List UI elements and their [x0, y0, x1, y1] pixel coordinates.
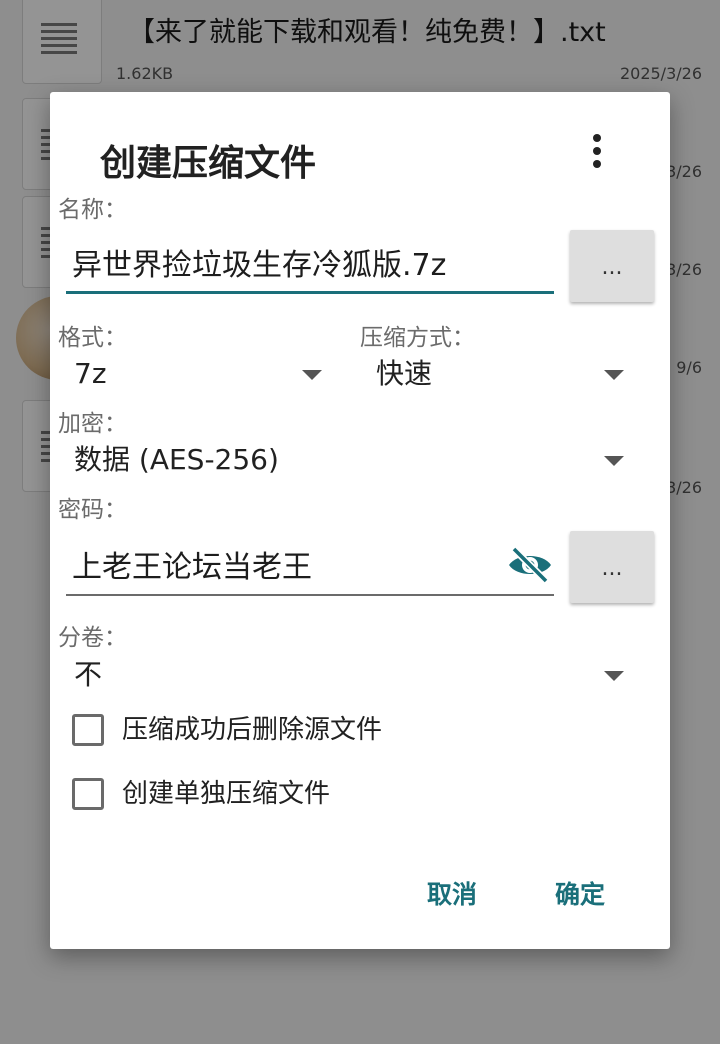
password-input[interactable]: 上老王论坛当老王 — [66, 544, 554, 596]
name-label: 名称： — [58, 197, 127, 223]
encryption-label: 加密： — [58, 411, 127, 437]
format-select[interactable]: 7z — [74, 354, 324, 394]
chevron-down-icon — [604, 456, 624, 466]
name-browse-button[interactable]: ... — [570, 230, 654, 302]
password-browse-button[interactable]: ... — [570, 531, 654, 603]
split-label: 分卷： — [58, 625, 127, 651]
password-label: 密码： — [58, 497, 127, 523]
format-value: 7z — [74, 357, 107, 390]
more-vert-icon[interactable] — [582, 130, 612, 174]
encryption-value: 数据 (AES-256) — [74, 443, 279, 476]
chevron-down-icon — [604, 370, 624, 380]
separate-archives-checkbox[interactable] — [72, 778, 104, 810]
encryption-select[interactable]: 数据 (AES-256) — [74, 440, 626, 480]
separate-archives-label: 创建单独压缩文件 — [122, 779, 331, 809]
cancel-button[interactable]: 取消 — [427, 875, 477, 911]
delete-source-checkbox[interactable] — [72, 714, 104, 746]
chevron-down-icon — [604, 671, 624, 681]
chevron-down-icon — [302, 370, 322, 380]
split-volume-value: 不 — [74, 658, 103, 691]
dialog-title: 创建压缩文件 — [100, 143, 317, 184]
compression-method-label: 压缩方式： — [360, 325, 475, 351]
archive-name-input[interactable]: 异世界捡垃圾生存冷狐版.7z — [66, 242, 554, 294]
visibility-off-icon[interactable] — [505, 544, 555, 586]
compression-method-select[interactable]: 快速 — [376, 354, 626, 394]
compression-method-value: 快速 — [376, 357, 433, 390]
split-volume-select[interactable]: 不 — [74, 655, 626, 695]
format-label: 格式： — [58, 325, 127, 351]
delete-source-label: 压缩成功后删除源文件 — [122, 715, 383, 745]
ok-button[interactable]: 确定 — [555, 875, 605, 911]
create-archive-dialog: 创建压缩文件 名称： 异世界捡垃圾生存冷狐版.7z ... 格式： 7z 压缩方… — [50, 92, 670, 949]
